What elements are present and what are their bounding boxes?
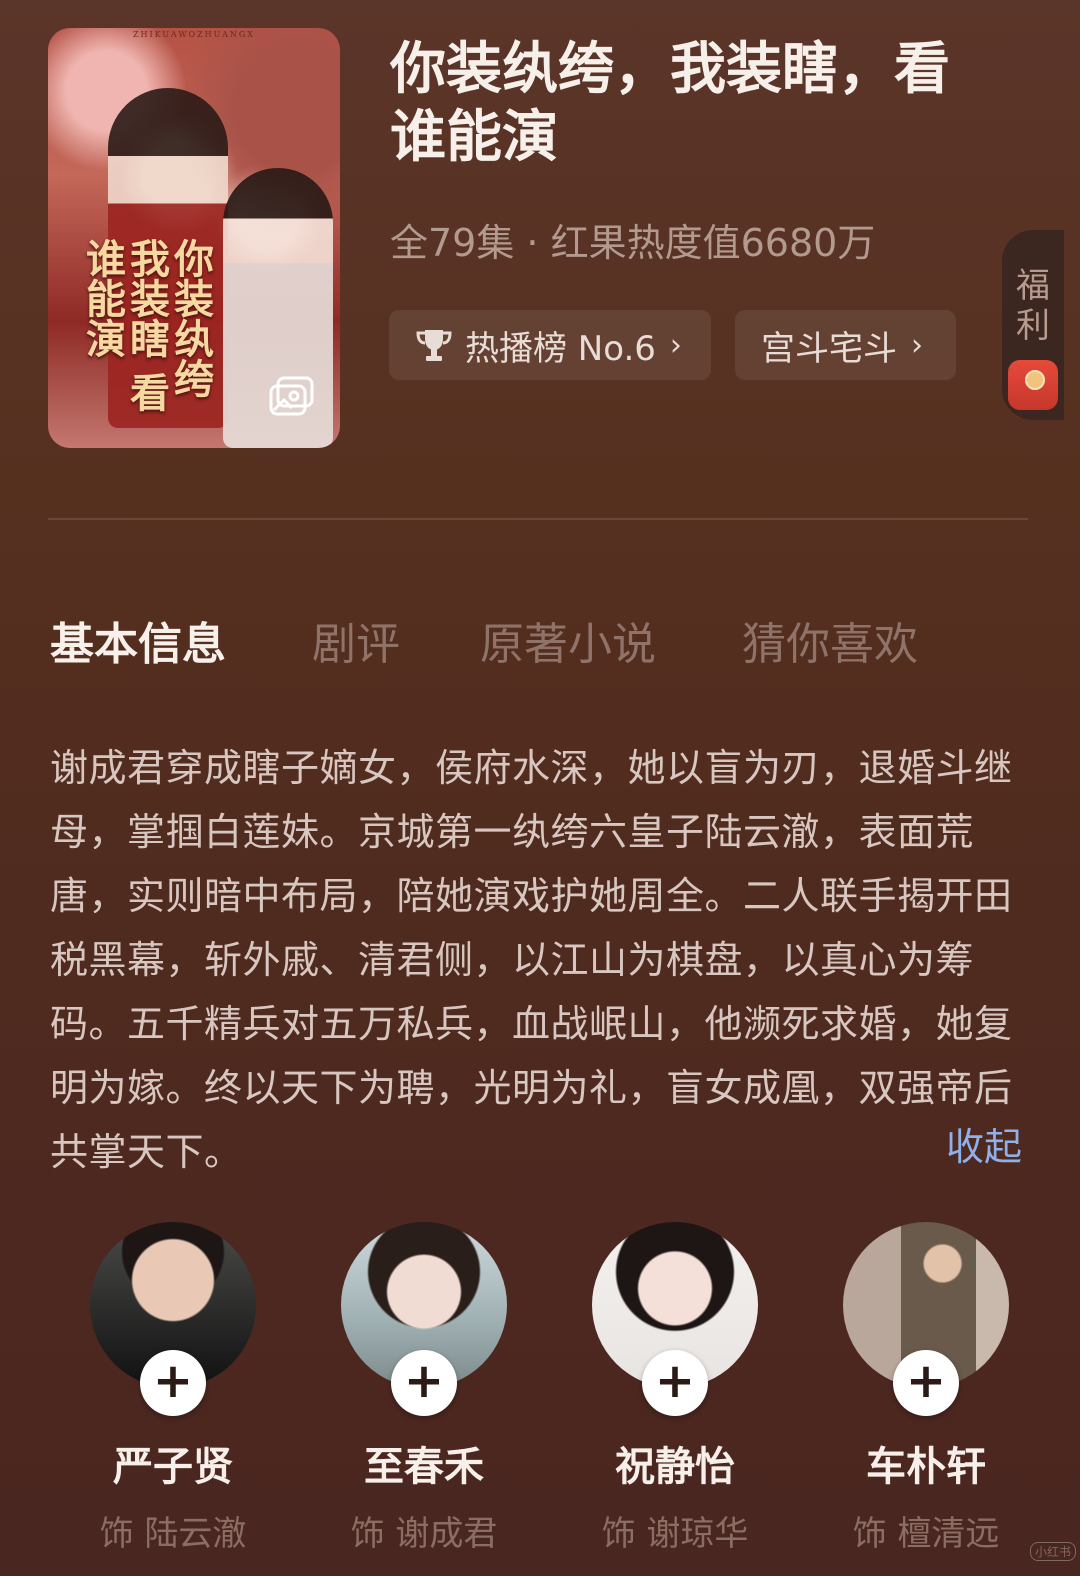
actor-name: 祝静怡 <box>615 1444 735 1490</box>
actor-name: 车朴轩 <box>866 1444 986 1490</box>
poster-top-text: ZHIKUAWOZHUANGX <box>132 30 255 39</box>
welfare-side-tab[interactable]: 福利 <box>1002 230 1064 420</box>
synopsis-text: 谢成君穿成瞎子嫡女，侯府水深，她以盲为刃，退婚斗继母，掌掴白莲妹。京城第一纨绔六… <box>50 746 1013 1174</box>
follow-plus-button[interactable]: + <box>391 1350 457 1416</box>
actor-name: 至春禾 <box>364 1444 484 1490</box>
avatar[interactable]: + <box>341 1222 507 1416</box>
avatar[interactable]: + <box>592 1222 758 1416</box>
follow-plus-button[interactable]: + <box>893 1350 959 1416</box>
drama-title: 你装纨绔，我装瞎，看谁能演 <box>390 37 950 170</box>
collapse-button[interactable]: 收起 <box>946 1116 1022 1171</box>
tab-recommendations[interactable]: 猜你喜欢 <box>742 608 918 672</box>
actor-role: 饰 陆云澈 <box>99 1514 247 1554</box>
trophy-icon <box>416 330 452 361</box>
actor-role: 饰 谢琼华 <box>601 1514 749 1554</box>
actor-role: 饰 檀清远 <box>852 1514 1000 1554</box>
cast-member[interactable]: + 祝静怡 饰 谢琼华 <box>591 1222 759 1555</box>
watermark-logo: 小红书 <box>1030 1542 1077 1561</box>
chevron-right-icon: › <box>911 327 923 363</box>
cast-member[interactable]: + 至春禾 饰 谢成君 <box>340 1222 508 1555</box>
ranking-chip-label: 热播榜 No.6 <box>465 328 656 369</box>
drama-meta: 全79集 · 红果热度值6680万 <box>390 221 876 265</box>
poster-title-art: 你装纨绔 我装瞎 看谁能演 <box>79 238 214 412</box>
cast-member[interactable]: + 车朴轩 饰 檀清远 <box>842 1222 1010 1555</box>
follow-plus-button[interactable]: + <box>642 1350 708 1416</box>
avatar[interactable]: + <box>90 1222 256 1416</box>
follow-plus-button[interactable]: + <box>140 1350 206 1416</box>
tab-basic-info[interactable]: 基本信息 <box>50 608 226 672</box>
red-envelope-icon <box>1008 360 1058 410</box>
avatar[interactable]: + <box>843 1222 1009 1416</box>
genre-chip-label: 宫斗宅斗 <box>761 328 897 369</box>
section-divider <box>48 518 1028 520</box>
actor-name: 严子贤 <box>113 1444 233 1490</box>
ranking-chip[interactable]: 热播榜 No.6 › <box>389 310 711 380</box>
drama-poster[interactable]: ZHIKUAWOZHUANGX 你装纨绔 我装瞎 看谁能演 <box>48 28 340 448</box>
chevron-right-icon: › <box>669 327 682 363</box>
welfare-label: 福利 <box>1016 266 1050 346</box>
tab-reviews[interactable]: 剧评 <box>312 608 400 672</box>
actor-role: 饰 谢成君 <box>350 1514 498 1554</box>
cast-member[interactable]: + 严子贤 饰 陆云澈 <box>89 1222 257 1555</box>
tab-original-novel[interactable]: 原著小说 <box>480 608 656 672</box>
genre-chip[interactable]: 宫斗宅斗 › <box>735 310 956 380</box>
photo-gallery-icon[interactable] <box>268 376 316 418</box>
